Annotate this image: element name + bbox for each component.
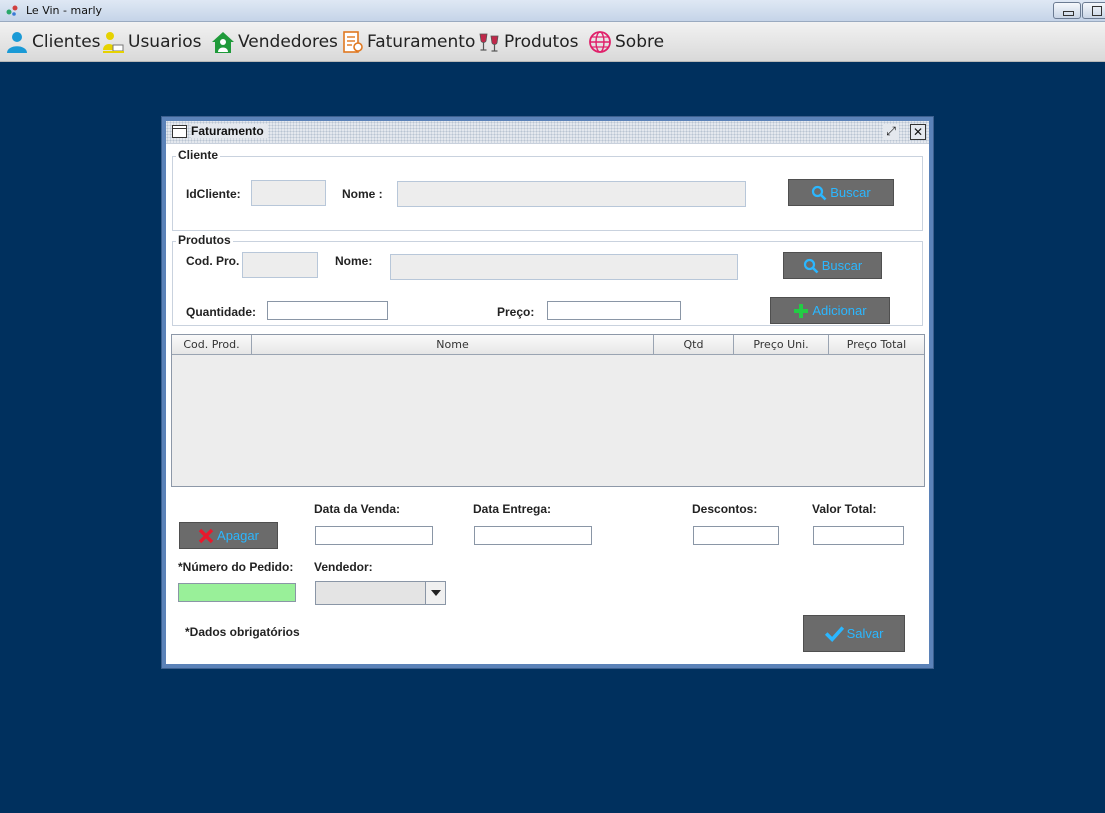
table-header: Cod. Prod. Nome Qtd Preço Uni. Preço Tot… bbox=[172, 335, 924, 355]
delete-x-icon bbox=[198, 528, 214, 543]
chevron-down-icon[interactable] bbox=[425, 582, 445, 604]
quantidade-field[interactable] bbox=[267, 301, 388, 320]
apagar-button[interactable]: Apagar bbox=[179, 522, 278, 549]
checkmark-icon bbox=[824, 626, 844, 643]
menu-item-label: Faturamento bbox=[367, 32, 476, 52]
cliente-nome-field[interactable] bbox=[397, 181, 746, 207]
app-icon bbox=[6, 5, 18, 16]
numero-pedido-field[interactable] bbox=[178, 583, 296, 602]
plus-icon bbox=[794, 303, 809, 318]
cliente-buscar-button[interactable]: Buscar bbox=[788, 179, 894, 206]
window-icon bbox=[172, 125, 187, 138]
adicionar-button[interactable]: Adicionar bbox=[770, 297, 890, 324]
cliente-legend: Cliente bbox=[176, 148, 221, 162]
button-label: Buscar bbox=[830, 185, 871, 200]
produtos-legend: Produtos bbox=[176, 233, 233, 247]
button-label: Apagar bbox=[217, 528, 259, 543]
internal-frame-titlebar[interactable]: Faturamento ⤢ ✕ bbox=[166, 121, 929, 144]
column-header-nome[interactable]: Nome bbox=[252, 335, 654, 355]
produto-nome-label: Nome: bbox=[335, 254, 373, 268]
menu-item-vendedores[interactable]: Vendedores bbox=[211, 28, 338, 56]
menu-item-label: Produtos bbox=[504, 32, 579, 52]
data-venda-label: Data da Venda: bbox=[314, 502, 401, 516]
column-header-preco-uni[interactable]: Preço Uni. bbox=[734, 335, 829, 355]
minimize-button[interactable] bbox=[1053, 2, 1081, 19]
menu-item-label: Usuarios bbox=[128, 32, 202, 52]
data-entrega-field[interactable] bbox=[474, 526, 592, 545]
faturamento-window-body: Faturamento ⤢ ✕ Cliente IdCliente: Nome … bbox=[166, 121, 929, 664]
close-icon[interactable]: ✕ bbox=[910, 124, 926, 140]
valor-total-field[interactable] bbox=[813, 526, 904, 545]
invoice-icon bbox=[343, 31, 363, 53]
vendedor-label: Vendedor: bbox=[314, 560, 373, 574]
descontos-label: Descontos: bbox=[692, 502, 758, 516]
search-icon bbox=[812, 185, 827, 200]
idcliente-label: IdCliente: bbox=[186, 187, 241, 201]
salvar-button[interactable]: Salvar bbox=[803, 615, 905, 652]
quantidade-label: Quantidade: bbox=[186, 305, 257, 319]
descontos-field[interactable] bbox=[693, 526, 779, 545]
menu-item-produtos[interactable]: Produtos bbox=[477, 28, 578, 56]
maximize-button[interactable] bbox=[1082, 2, 1105, 19]
data-venda-field[interactable] bbox=[315, 526, 433, 545]
idcliente-field[interactable] bbox=[251, 180, 326, 206]
items-table[interactable]: Cod. Prod. Nome Qtd Preço Uni. Preço Tot… bbox=[171, 334, 925, 487]
preco-label: Preço: bbox=[497, 305, 535, 319]
globe-hand-icon bbox=[589, 31, 611, 53]
user-laptop-icon bbox=[103, 32, 124, 53]
numero-pedido-label: *Número do Pedido: bbox=[178, 560, 294, 574]
menu-item-faturamento[interactable]: Faturamento bbox=[340, 28, 475, 56]
menu-item-usuarios[interactable]: Usuarios bbox=[101, 28, 201, 56]
window-titlebar: Le Vin - marly bbox=[0, 0, 1105, 22]
window-title: Le Vin - marly bbox=[26, 4, 103, 17]
vendedor-select[interactable] bbox=[315, 581, 446, 605]
column-header-preco-total[interactable]: Preço Total bbox=[829, 335, 924, 355]
column-header-qtd[interactable]: Qtd bbox=[654, 335, 734, 355]
cod-pro-label: Cod. Pro. bbox=[186, 254, 240, 268]
house-person-icon bbox=[212, 32, 234, 53]
button-label: Salvar bbox=[846, 626, 884, 641]
internal-frame-title: Faturamento bbox=[191, 124, 268, 138]
search-icon bbox=[803, 258, 819, 273]
button-label: Buscar bbox=[821, 258, 863, 273]
menu-item-label: Clientes bbox=[32, 32, 101, 52]
cliente-group: Cliente IdCliente: Nome : Buscar bbox=[172, 148, 923, 231]
produto-nome-field[interactable] bbox=[390, 254, 738, 280]
wine-glasses-icon bbox=[479, 33, 499, 52]
cod-pro-field[interactable] bbox=[242, 252, 318, 278]
valor-total-label: Valor Total: bbox=[812, 502, 877, 516]
column-header-cod-prod[interactable]: Cod. Prod. bbox=[172, 335, 252, 355]
data-entrega-label: Data Entrega: bbox=[473, 502, 552, 516]
menu-item-label: Sobre bbox=[615, 32, 665, 52]
menu-item-clientes[interactable]: Clientes bbox=[5, 28, 101, 56]
button-label: Adicionar bbox=[812, 303, 867, 318]
produtos-group: Produtos Cod. Pro. Nome: Buscar Quantida… bbox=[172, 233, 923, 326]
preco-field[interactable] bbox=[547, 301, 681, 320]
cliente-nome-label: Nome : bbox=[342, 187, 383, 201]
produto-buscar-button[interactable]: Buscar bbox=[783, 252, 882, 279]
restore-icon[interactable]: ⤢ bbox=[883, 124, 899, 140]
menu-item-label: Vendedores bbox=[238, 32, 338, 52]
obrigatorios-note: *Dados obrigatórios bbox=[185, 625, 300, 639]
faturamento-window: Faturamento ⤢ ✕ Cliente IdCliente: Nome … bbox=[161, 116, 934, 669]
menu-bar: Clientes Usuarios Vendedores Faturamento bbox=[0, 22, 1105, 62]
person-icon bbox=[7, 32, 27, 53]
menu-item-sobre[interactable]: Sobre bbox=[588, 28, 664, 56]
